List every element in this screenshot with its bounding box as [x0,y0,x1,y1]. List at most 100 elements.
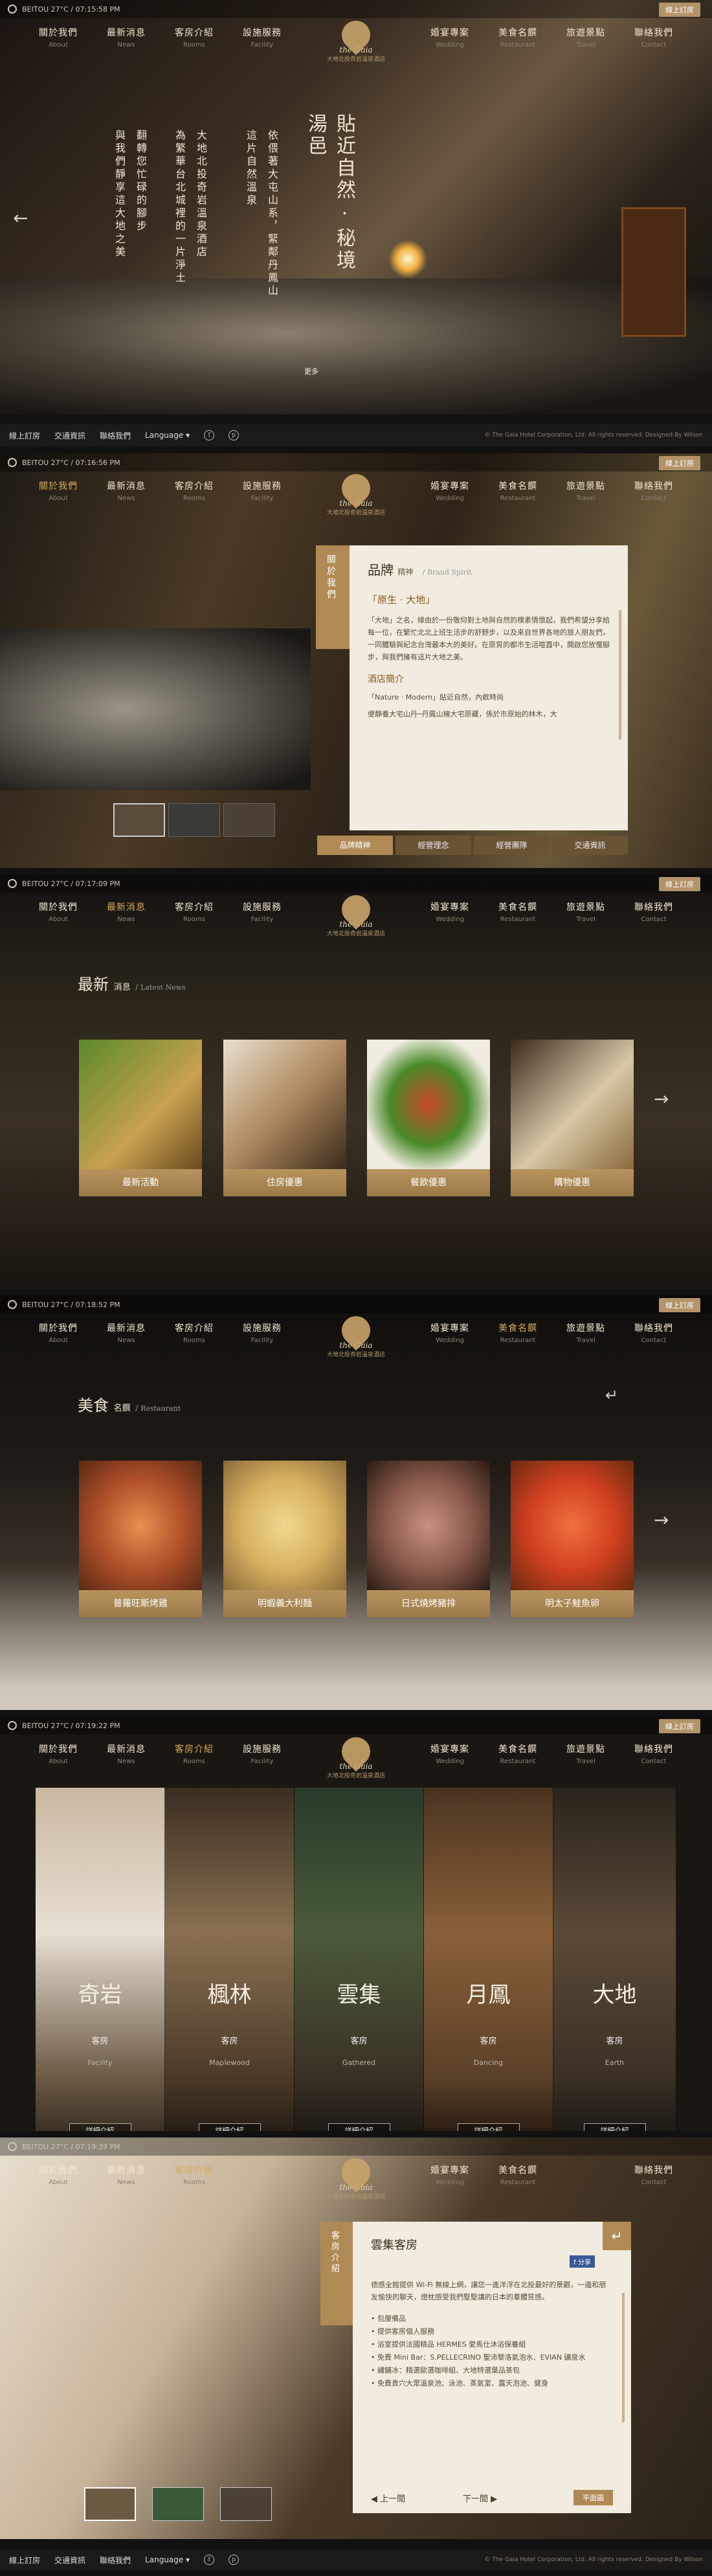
nav-about[interactable]: 關於我們 About [29,479,87,502]
nav-contact[interactable]: 聯絡我們 Contact [625,1742,683,1765]
language-select[interactable]: Language ▾ [145,2555,190,2564]
facebook-icon[interactable]: f [204,430,215,440]
logo[interactable]: the Gaia大地北投奇岩溫泉酒店 [314,1731,398,1783]
logo[interactable]: the Gaia大地北投奇岩溫泉酒店 [314,14,398,66]
return-arrow-icon[interactable]: ↵ [605,1386,618,1404]
floor-plan-button[interactable]: 平面圖 [573,2490,613,2505]
tab-team[interactable]: 經營團隊 [474,836,550,855]
book-button[interactable]: 線上訂房 [659,1298,700,1312]
news-card[interactable]: 餐飲優惠 [367,1040,490,1196]
nav-travel[interactable]: 旅遊景點 Travel [557,1321,615,1344]
dish-card[interactable]: 普羅旺斯烤雞 [79,1461,202,1617]
nav-rooms[interactable]: 客房介紹 Rooms [165,1321,223,1344]
thumbnail[interactable] [84,2487,136,2521]
nav-about[interactable]: 關於我們 About [29,900,87,923]
nav-about[interactable]: 關於我們 About [29,26,87,49]
thumbnail[interactable] [152,2487,204,2521]
next-room-link[interactable]: 下一間 ▶ [463,2492,497,2504]
plurk-icon[interactable]: p [228,430,239,440]
dish-card[interactable]: 明蝦義大利麵 [223,1461,346,1617]
news-card[interactable]: 最新活動 [79,1040,202,1196]
nav-facility[interactable]: 設施服務 Facility [233,479,291,502]
tab-philosophy[interactable]: 經營理念 [395,836,471,855]
dish-card[interactable]: 日式燒烤豬排 [367,1461,490,1617]
footer-book-link[interactable]: 線上訂房 [9,430,40,441]
book-button[interactable]: 線上訂房 [659,1719,700,1733]
nav-wedding[interactable]: 婚宴專案 Wedding [421,479,479,502]
nav-about[interactable]: 關於我們 About [29,2163,87,2186]
nav-rooms[interactable]: 客房介紹 Rooms [165,2163,223,2186]
room-detail-button[interactable]: 詳細介紹 [198,2123,261,2131]
nav-travel[interactable]: 旅遊景點 Travel [557,900,615,923]
footer-contact-link[interactable]: 聯絡我們 [100,2555,131,2566]
nav-restaurant[interactable]: 美食名饌 Restaurant [489,1321,547,1344]
nav-contact[interactable]: 聯絡我們 Contact [625,26,683,49]
nav-wedding[interactable]: 婚宴專案 Wedding [421,26,479,49]
more-link[interactable]: 更多 [304,366,318,376]
nav-facility[interactable]: 設施服務 Facility [233,1742,291,1765]
nav-travel[interactable]: 旅遊景點 Travel [557,1742,615,1765]
nav-contact[interactable]: 聯絡我們 Contact [625,1321,683,1344]
nav-news[interactable]: 最新消息 News [97,900,155,923]
nav-wedding[interactable]: 婚宴專案 Wedding [421,900,479,923]
room-detail-button[interactable]: 詳細介紹 [69,2123,131,2131]
footer-traffic-link[interactable]: 交通資訊 [54,2555,85,2566]
tab-brand[interactable]: 品牌精神 [317,836,393,855]
nav-facility[interactable]: 設施服務 Facility [233,900,291,923]
nav-about[interactable]: 關於我們 About [29,1321,87,1344]
scrollbar[interactable] [619,610,621,740]
nav-restaurant[interactable]: 美食名饌 Restaurant [489,2163,547,2186]
thumbnail[interactable] [223,803,275,837]
book-button[interactable]: 線上訂房 [659,456,700,470]
scrollbar[interactable] [622,2293,625,2422]
logo[interactable]: the Gaia大地北投奇岩溫泉酒店 [314,1310,398,1362]
next-arrow-icon[interactable]: → [654,1088,669,1110]
nav-facility[interactable]: 設施服務 Facility [233,26,291,49]
nav-restaurant[interactable]: 美食名饌 Restaurant [489,479,547,502]
nav-travel[interactable]: 旅遊景點 Travel [557,479,615,502]
room-detail-button[interactable]: 詳細介紹 [457,2123,520,2131]
return-icon[interactable]: ↵ [603,2222,631,2250]
nav-rooms[interactable]: 客房介紹 Rooms [165,26,223,49]
room-column[interactable]: 雲集 客房 Gathered 詳細介紹 [295,1788,424,2131]
nav-contact[interactable]: 聯絡我們 Contact [625,2163,683,2186]
nav-news[interactable]: 最新消息 News [97,1321,155,1344]
language-select[interactable]: Language ▾ [145,431,190,440]
nav-about[interactable]: 關於我們 About [29,1742,87,1765]
room-column[interactable]: 月鳳 客房 Dancing 詳細介紹 [424,1788,553,2131]
nav-wedding[interactable]: 婚宴專案 Wedding [421,2163,479,2186]
nav-restaurant[interactable]: 美食名饌 Restaurant [489,26,547,49]
tab-traffic[interactable]: 交通資訊 [552,836,628,855]
thumbnail[interactable] [113,803,165,837]
logo[interactable]: the Gaia大地北投奇岩溫泉酒店 [314,468,398,519]
facebook-icon[interactable]: f [204,2555,215,2565]
news-card[interactable]: 購物優惠 [511,1040,634,1196]
room-detail-button[interactable]: 詳細介紹 [328,2123,390,2131]
footer-book-link[interactable]: 線上訂房 [9,2555,40,2566]
logo[interactable]: the Gaia大地北投奇岩溫泉酒店 [314,2152,398,2204]
nav-contact[interactable]: 聯絡我們 Contact [625,900,683,923]
nav-facility[interactable]: 設施服務 Facility [233,1321,291,1344]
logo[interactable]: the Gaia大地北投奇岩溫泉酒店 [314,889,398,940]
thumbnail[interactable] [168,803,220,837]
nav-restaurant[interactable]: 美食名饌 Restaurant [489,1742,547,1765]
nav-contact[interactable]: 聯絡我們 Contact [625,479,683,502]
dish-card[interactable]: 明太子鮭魚卵 [511,1461,634,1617]
prev-arrow-icon[interactable]: ← [13,207,28,229]
news-card[interactable]: 住房優惠 [223,1040,346,1196]
plurk-icon[interactable]: p [228,2555,239,2565]
room-column[interactable]: 奇岩 客房 Facility 詳細介紹 [36,1788,165,2131]
nav-news[interactable]: 最新消息 News [97,479,155,502]
nav-rooms[interactable]: 客房介紹 Rooms [165,479,223,502]
nav-travel[interactable]: 旅遊景點 Travel [557,26,615,49]
footer-contact-link[interactable]: 聯絡我們 [100,430,131,441]
nav-restaurant[interactable]: 美食名饌 Restaurant [489,900,547,923]
book-button[interactable]: 線上訂房 [659,3,700,17]
room-detail-button[interactable]: 詳細介紹 [583,2123,646,2131]
room-column[interactable]: 楓林 客房 Maplewood 詳細介紹 [165,1788,295,2131]
designer-link[interactable]: Wilson [684,432,703,439]
nav-wedding[interactable]: 婚宴專案 Wedding [421,1321,479,1344]
footer-traffic-link[interactable]: 交通資訊 [54,430,85,441]
nav-rooms[interactable]: 客房介紹 Rooms [165,900,223,923]
room-column[interactable]: 大地 客房 Earth 詳細介紹 [553,1788,676,2131]
